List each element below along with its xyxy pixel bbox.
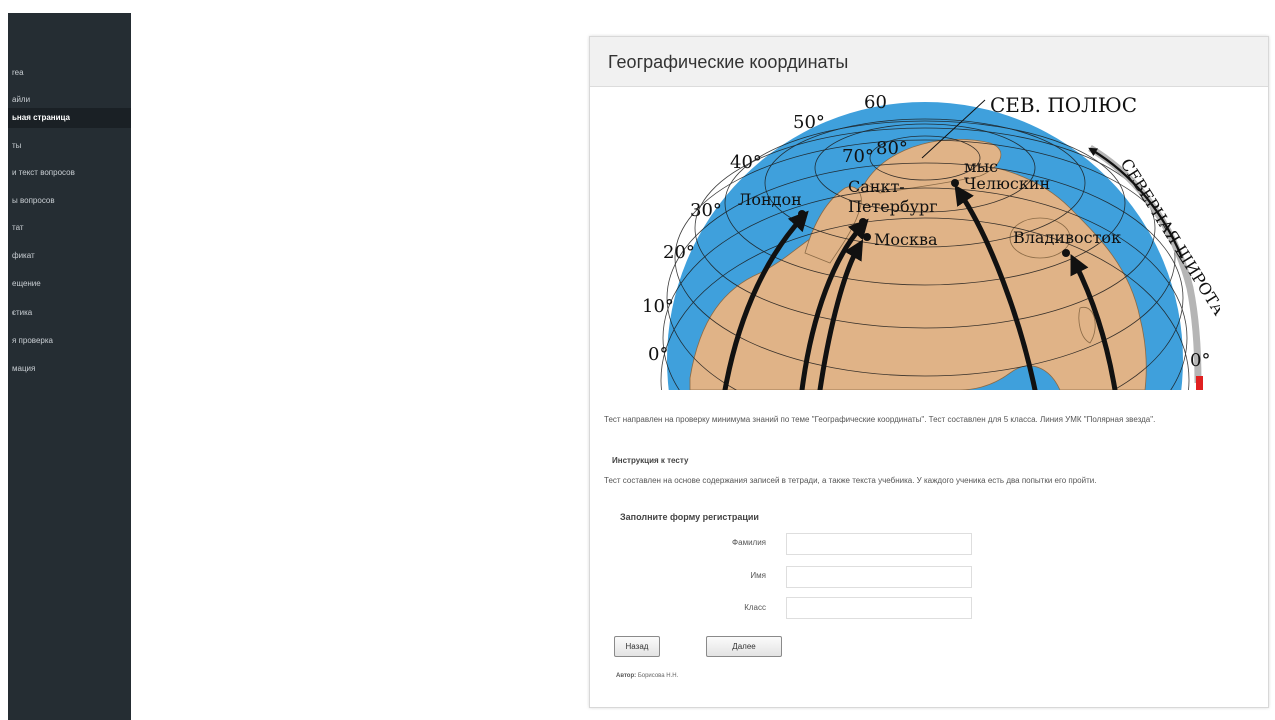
sidebar-item-result[interactable]: тат bbox=[8, 218, 131, 238]
name-input[interactable] bbox=[786, 566, 972, 588]
lat-label-10: 10° bbox=[642, 296, 674, 317]
top-bar bbox=[0, 0, 1275, 13]
registration-form-title: Заполните форму регистрации bbox=[620, 512, 759, 522]
sidebar-item-questions-text[interactable]: и текст вопросов bbox=[8, 163, 131, 183]
page-title: Географические координаты bbox=[608, 52, 849, 72]
next-button[interactable]: Далее bbox=[706, 636, 782, 657]
lat-label-40: 40° bbox=[730, 152, 762, 173]
sidebar-item-label: ещение bbox=[12, 279, 41, 288]
sidebar: rea айли ьная страница ты и текст вопрос… bbox=[8, 13, 131, 720]
instruction-text: Тест составлен на основе содержания запи… bbox=[604, 476, 1097, 485]
sidebar-item-label: ты bbox=[12, 141, 22, 150]
lat-label-50: 50° bbox=[793, 112, 825, 133]
north-pole-label: СЕВ. ПОЛЮС bbox=[990, 93, 1137, 117]
cape-label-line2: Челюскин bbox=[964, 174, 1050, 193]
city-london: Лондон bbox=[738, 190, 802, 209]
lat-label-0-left: 0° bbox=[648, 344, 668, 365]
sidebar-item-2[interactable]: айли bbox=[8, 90, 131, 110]
lat-label-20: 20° bbox=[663, 242, 695, 263]
sidebar-item-label: фикат bbox=[12, 251, 35, 260]
sidebar-item-question-types[interactable]: ы вопросов bbox=[8, 191, 131, 211]
city-moscow: Москва bbox=[874, 230, 938, 249]
back-button[interactable]: Назад bbox=[614, 636, 660, 657]
sidebar-item-label: тат bbox=[12, 223, 24, 232]
lat-label-70: 70° bbox=[842, 146, 874, 167]
lat-label-80: 80° bbox=[876, 138, 908, 159]
lat-label-60: 60 bbox=[864, 92, 887, 113]
sidebar-item-label: ы вопросов bbox=[12, 196, 55, 205]
lat-label-30: 30° bbox=[690, 200, 722, 221]
globe-illustration: 60 50° 40° 30° 20° 10° 0° 70° 80° 0° СЕВ… bbox=[642, 92, 1220, 390]
surname-input[interactable] bbox=[786, 533, 972, 555]
sidebar-item-label: rea bbox=[12, 68, 24, 77]
author-line: Автор: Борисова Н.Н. bbox=[616, 673, 678, 679]
panel-header: Географические координаты bbox=[590, 37, 1268, 87]
sidebar-item-statistics[interactable]: стика › bbox=[8, 303, 131, 323]
author-name: Борисова Н.Н. bbox=[637, 673, 679, 679]
sidebar-item-main-page[interactable]: ьная страница bbox=[8, 108, 131, 128]
chevron-right-icon: › bbox=[12, 308, 15, 317]
sidebar-item-certificate[interactable]: фикат bbox=[8, 246, 131, 266]
city-vladivostok: Владивосток bbox=[1013, 228, 1121, 247]
author-label: Автор: bbox=[616, 673, 637, 679]
sidebar-item-label: и текст вопросов bbox=[12, 168, 75, 177]
sidebar-item-check[interactable]: я проверка bbox=[8, 331, 131, 351]
test-description: Тест направлен на проверку минимума знан… bbox=[604, 415, 1156, 424]
sidebar-item-message[interactable]: ещение bbox=[8, 274, 131, 294]
city-spb-line1: Санкт- bbox=[848, 177, 905, 196]
sidebar-item-label: я проверка bbox=[12, 336, 53, 345]
class-label: Класс bbox=[744, 603, 766, 612]
class-input[interactable] bbox=[786, 597, 972, 619]
lat-label-0-right: 0° bbox=[1190, 350, 1210, 371]
sidebar-item-label: мация bbox=[12, 364, 36, 373]
sidebar-item-label: стика bbox=[12, 308, 33, 317]
sidebar-item-4[interactable]: ты bbox=[8, 136, 131, 156]
sidebar-item-label: ьная страница bbox=[12, 113, 71, 122]
city-spb-line2: Петербург bbox=[848, 197, 938, 216]
sidebar-item-1[interactable]: rea bbox=[8, 63, 131, 83]
sidebar-item-label: айли bbox=[12, 95, 31, 104]
name-label: Имя bbox=[750, 571, 766, 580]
surname-label: Фамилия bbox=[732, 538, 766, 547]
sidebar-item-information[interactable]: мация bbox=[8, 359, 131, 379]
instruction-title: Инструкция к тесту bbox=[612, 456, 689, 465]
